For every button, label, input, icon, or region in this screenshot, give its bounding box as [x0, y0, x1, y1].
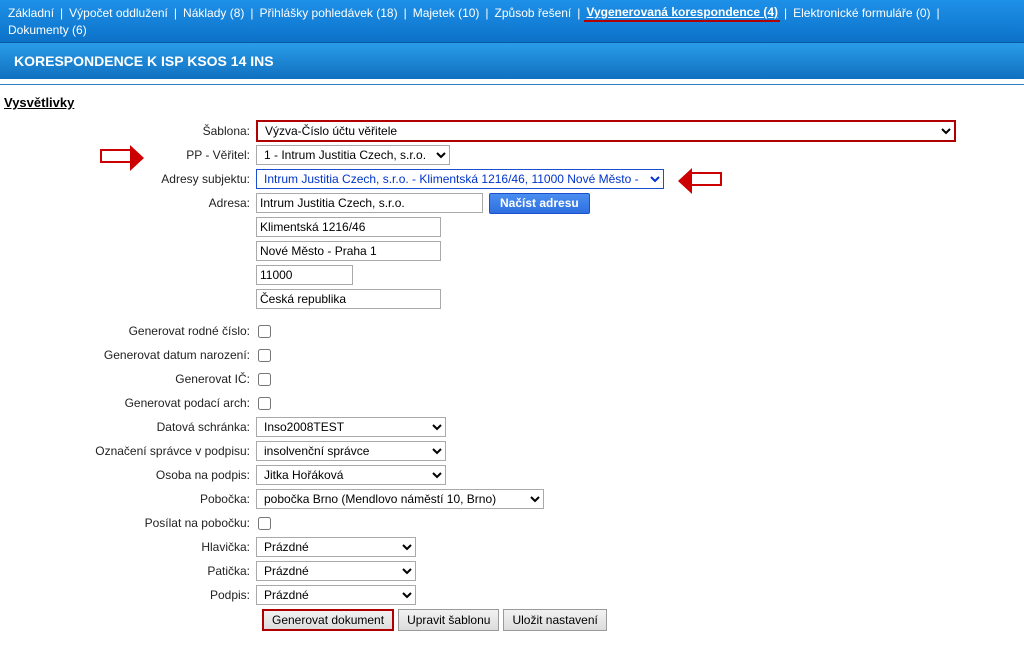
btn-ulozit-nastaveni[interactable]: Uložit nastavení	[503, 609, 606, 631]
label-adresa: Adresa:	[0, 196, 256, 210]
input-adresa-4[interactable]	[256, 265, 353, 285]
label-podpis: Podpis:	[0, 588, 256, 602]
checkbox-gen-rodne[interactable]	[258, 325, 271, 338]
label-sablona: Šablona:	[0, 124, 256, 138]
label-adresy-subjektu: Adresy subjektu:	[0, 172, 256, 186]
nav-item-dokumenty[interactable]: Dokumenty (6)	[6, 22, 89, 38]
btn-upravit-sablonu[interactable]: Upravit šablonu	[398, 609, 499, 631]
annotation-arrow-left-icon	[690, 172, 722, 186]
input-adresa-3[interactable]	[256, 241, 441, 261]
select-osoba-podpis[interactable]: Jitka Hořáková	[256, 465, 446, 485]
select-hlavicka[interactable]: Prázdné	[256, 537, 416, 557]
top-nav: Základní| Výpočet oddlužení| Náklady (8)…	[0, 0, 1024, 42]
checkbox-gen-datum[interactable]	[258, 349, 271, 362]
nav-item-zpusob-reseni[interactable]: Způsob řešení	[493, 5, 574, 21]
select-veritel[interactable]: 1 - Intrum Justitia Czech, s.r.o.	[256, 145, 450, 165]
input-adresa-5[interactable]	[256, 289, 441, 309]
label-gen-datum: Generovat datum narození:	[0, 348, 256, 362]
label-hlavicka: Hlavička:	[0, 540, 256, 554]
label-osoba-podpis: Osoba na podpis:	[0, 468, 256, 482]
nav-item-naklady[interactable]: Náklady (8)	[181, 5, 246, 21]
select-podpis[interactable]: Prázdné	[256, 585, 416, 605]
select-ozn-spravce[interactable]: insolvenční správce	[256, 441, 446, 461]
label-pobocka: Pobočka:	[0, 492, 256, 506]
checkbox-posilat[interactable]	[258, 517, 271, 530]
select-pobocka[interactable]: pobočka Brno (Mendlovo náměstí 10, Brno)	[256, 489, 544, 509]
label-paticka: Patička:	[0, 564, 256, 578]
nav-item-elektronicke-formulare[interactable]: Elektronické formuláře (0)	[791, 5, 932, 21]
btn-generovat-dokument[interactable]: Generovat dokument	[262, 609, 394, 631]
select-sablona[interactable]: Výzva-Číslo účtu věřitele	[256, 120, 956, 142]
nav-item-zakladni[interactable]: Základní	[6, 5, 56, 21]
form-area: Šablona: Výzva-Číslo účtu věřitele PP - …	[0, 116, 1024, 651]
select-datova-schranka[interactable]: Inso2008TEST	[256, 417, 446, 437]
nav-item-vygenerovana-korespondence[interactable]: Vygenerovaná korespondence (4)	[584, 4, 780, 22]
nav-item-prihlasky-pohledavek[interactable]: Přihlášky pohledávek (18)	[258, 5, 400, 21]
label-datova-schranka: Datová schránka:	[0, 420, 256, 434]
btn-nacist-adresu[interactable]: Načíst adresu	[489, 193, 590, 214]
nav-item-majetek[interactable]: Majetek (10)	[411, 5, 482, 21]
label-gen-ic: Generovat IČ:	[0, 372, 256, 386]
select-paticka[interactable]: Prázdné	[256, 561, 416, 581]
select-adresy-subjektu[interactable]: Intrum Justitia Czech, s.r.o. - Kliments…	[256, 169, 664, 189]
legend-link[interactable]: Vysvětlivky	[4, 95, 74, 110]
input-adresa-2[interactable]	[256, 217, 441, 237]
label-gen-podaci: Generovat podací arch:	[0, 396, 256, 410]
checkbox-gen-ic[interactable]	[258, 373, 271, 386]
page-title: KORESPONDENCE K ISP KSOS 14 INS	[0, 42, 1024, 79]
input-adresa-1[interactable]	[256, 193, 483, 213]
label-gen-rodne: Generovat rodné číslo:	[0, 324, 256, 338]
label-posilat: Posílat na pobočku:	[0, 516, 256, 530]
nav-item-vypocet-oddluzeni[interactable]: Výpočet oddlužení	[67, 5, 170, 21]
label-ozn-spravce: Označení správce v podpisu:	[0, 444, 256, 458]
annotation-arrow-right-icon	[100, 149, 142, 163]
checkbox-gen-podaci[interactable]	[258, 397, 271, 410]
